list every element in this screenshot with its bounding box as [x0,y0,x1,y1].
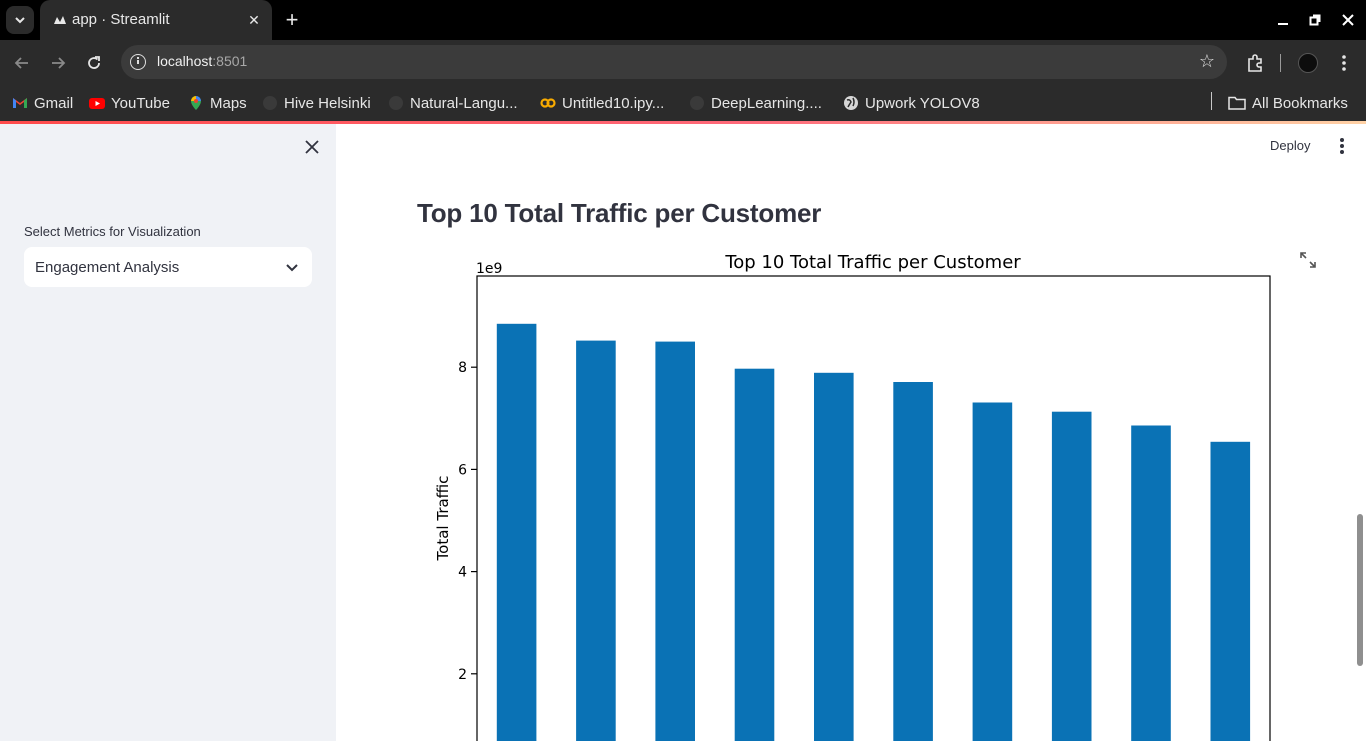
github-icon [263,96,277,110]
bookmark-natural-language[interactable]: Natural-Langu... [388,91,518,115]
sidebar: Select Metrics for Visualization Engagem… [0,124,336,741]
bar-7 [972,402,1013,741]
minimize-icon[interactable] [1273,10,1293,30]
y-tick-label: 4 [458,565,467,581]
metrics-select-value: Engagement Analysis [35,259,180,276]
streamlit-favicon-icon [54,16,66,24]
bar-1 [496,323,537,741]
bookmark-star-icon[interactable]: ☆ [1199,51,1215,72]
bookmark-maps[interactable]: Maps [188,91,247,115]
fullscreen-icon[interactable] [1298,250,1318,270]
select-metrics-label: Select Metrics for Visualization [24,224,201,239]
bookmark-untitled10[interactable]: Untitled10.ipy... [540,91,664,115]
site-info-icon[interactable] [130,54,146,70]
toolbar-divider [1280,54,1281,72]
url-text[interactable]: localhost:8501 [157,53,247,69]
bar-10 [1210,441,1251,741]
y-tick-label: 6 [458,462,467,478]
gmail-icon [13,98,27,108]
close-window-icon[interactable] [1338,10,1358,30]
bookmarks-bar: Gmail YouTube Maps Hive Helsinki Natural… [0,85,1366,121]
app-menu-icon[interactable] [1334,135,1350,157]
github-icon [690,96,704,110]
bookmark-hive-helsinki[interactable]: Hive Helsinki [262,91,371,115]
youtube-icon [89,98,105,109]
browser-tab-bar: app · Streamlit ✕ + [0,0,1366,40]
chevron-down-icon [286,264,298,272]
deploy-button[interactable]: Deploy [1266,136,1314,155]
folder-icon [1228,96,1246,110]
new-tab-button[interactable]: + [280,8,304,32]
bookmark-gmail[interactable]: Gmail [12,91,73,115]
tab-search-button[interactable] [6,6,34,34]
extensions-icon[interactable] [1243,51,1267,75]
globe-icon [844,96,858,110]
bar-6 [893,382,933,741]
y-tick-label: 2 [458,667,467,683]
browser-menu-icon[interactable] [1332,51,1356,75]
bookmark-upwork-yolov8[interactable]: Upwork YOLOV8 [843,91,980,115]
bar-9 [1131,425,1171,741]
bar-2 [576,340,616,741]
all-bookmarks-button[interactable]: All Bookmarks [1228,91,1348,115]
bar-8 [1051,411,1092,741]
y-axis-label: Total Traffic [434,476,452,562]
address-bar[interactable]: localhost:8501 ☆ [121,45,1227,79]
browser-toolbar: localhost:8501 ☆ [0,40,1366,85]
github-icon [389,96,403,110]
y-axis-scale-label: 1e9 [476,261,502,277]
y-tick-label: 8 [458,360,467,376]
browser-tab-active[interactable]: app · Streamlit ✕ [40,0,272,40]
page-scrollbar[interactable] [1357,514,1363,666]
chevron-down-icon [15,17,25,24]
tab-title: app · Streamlit [72,11,170,28]
bar-3 [655,341,695,741]
restore-icon[interactable] [1305,10,1325,30]
traffic-bar-chart: Top 10 Total Traffic per Customer 1e9 To… [434,252,1271,741]
bookmark-deeplearning[interactable]: DeepLearning.... [689,91,822,115]
forward-icon[interactable] [46,51,70,75]
chart-title: Top 10 Total Traffic per Customer [724,252,1021,273]
metrics-select[interactable]: Engagement Analysis [24,247,312,287]
sidebar-close-icon[interactable] [300,135,324,159]
bar-4 [734,368,775,741]
back-icon[interactable] [10,51,34,75]
profile-avatar[interactable] [1296,51,1320,75]
colab-icon [540,98,556,108]
bar-5 [814,372,854,741]
bookmarks-divider [1211,92,1212,110]
maps-icon [191,96,201,110]
bookmark-youtube[interactable]: YouTube [89,91,170,115]
page-title: Top 10 Total Traffic per Customer [417,198,822,228]
tab-close-icon[interactable]: ✕ [244,10,264,30]
reload-icon[interactable] [82,51,106,75]
